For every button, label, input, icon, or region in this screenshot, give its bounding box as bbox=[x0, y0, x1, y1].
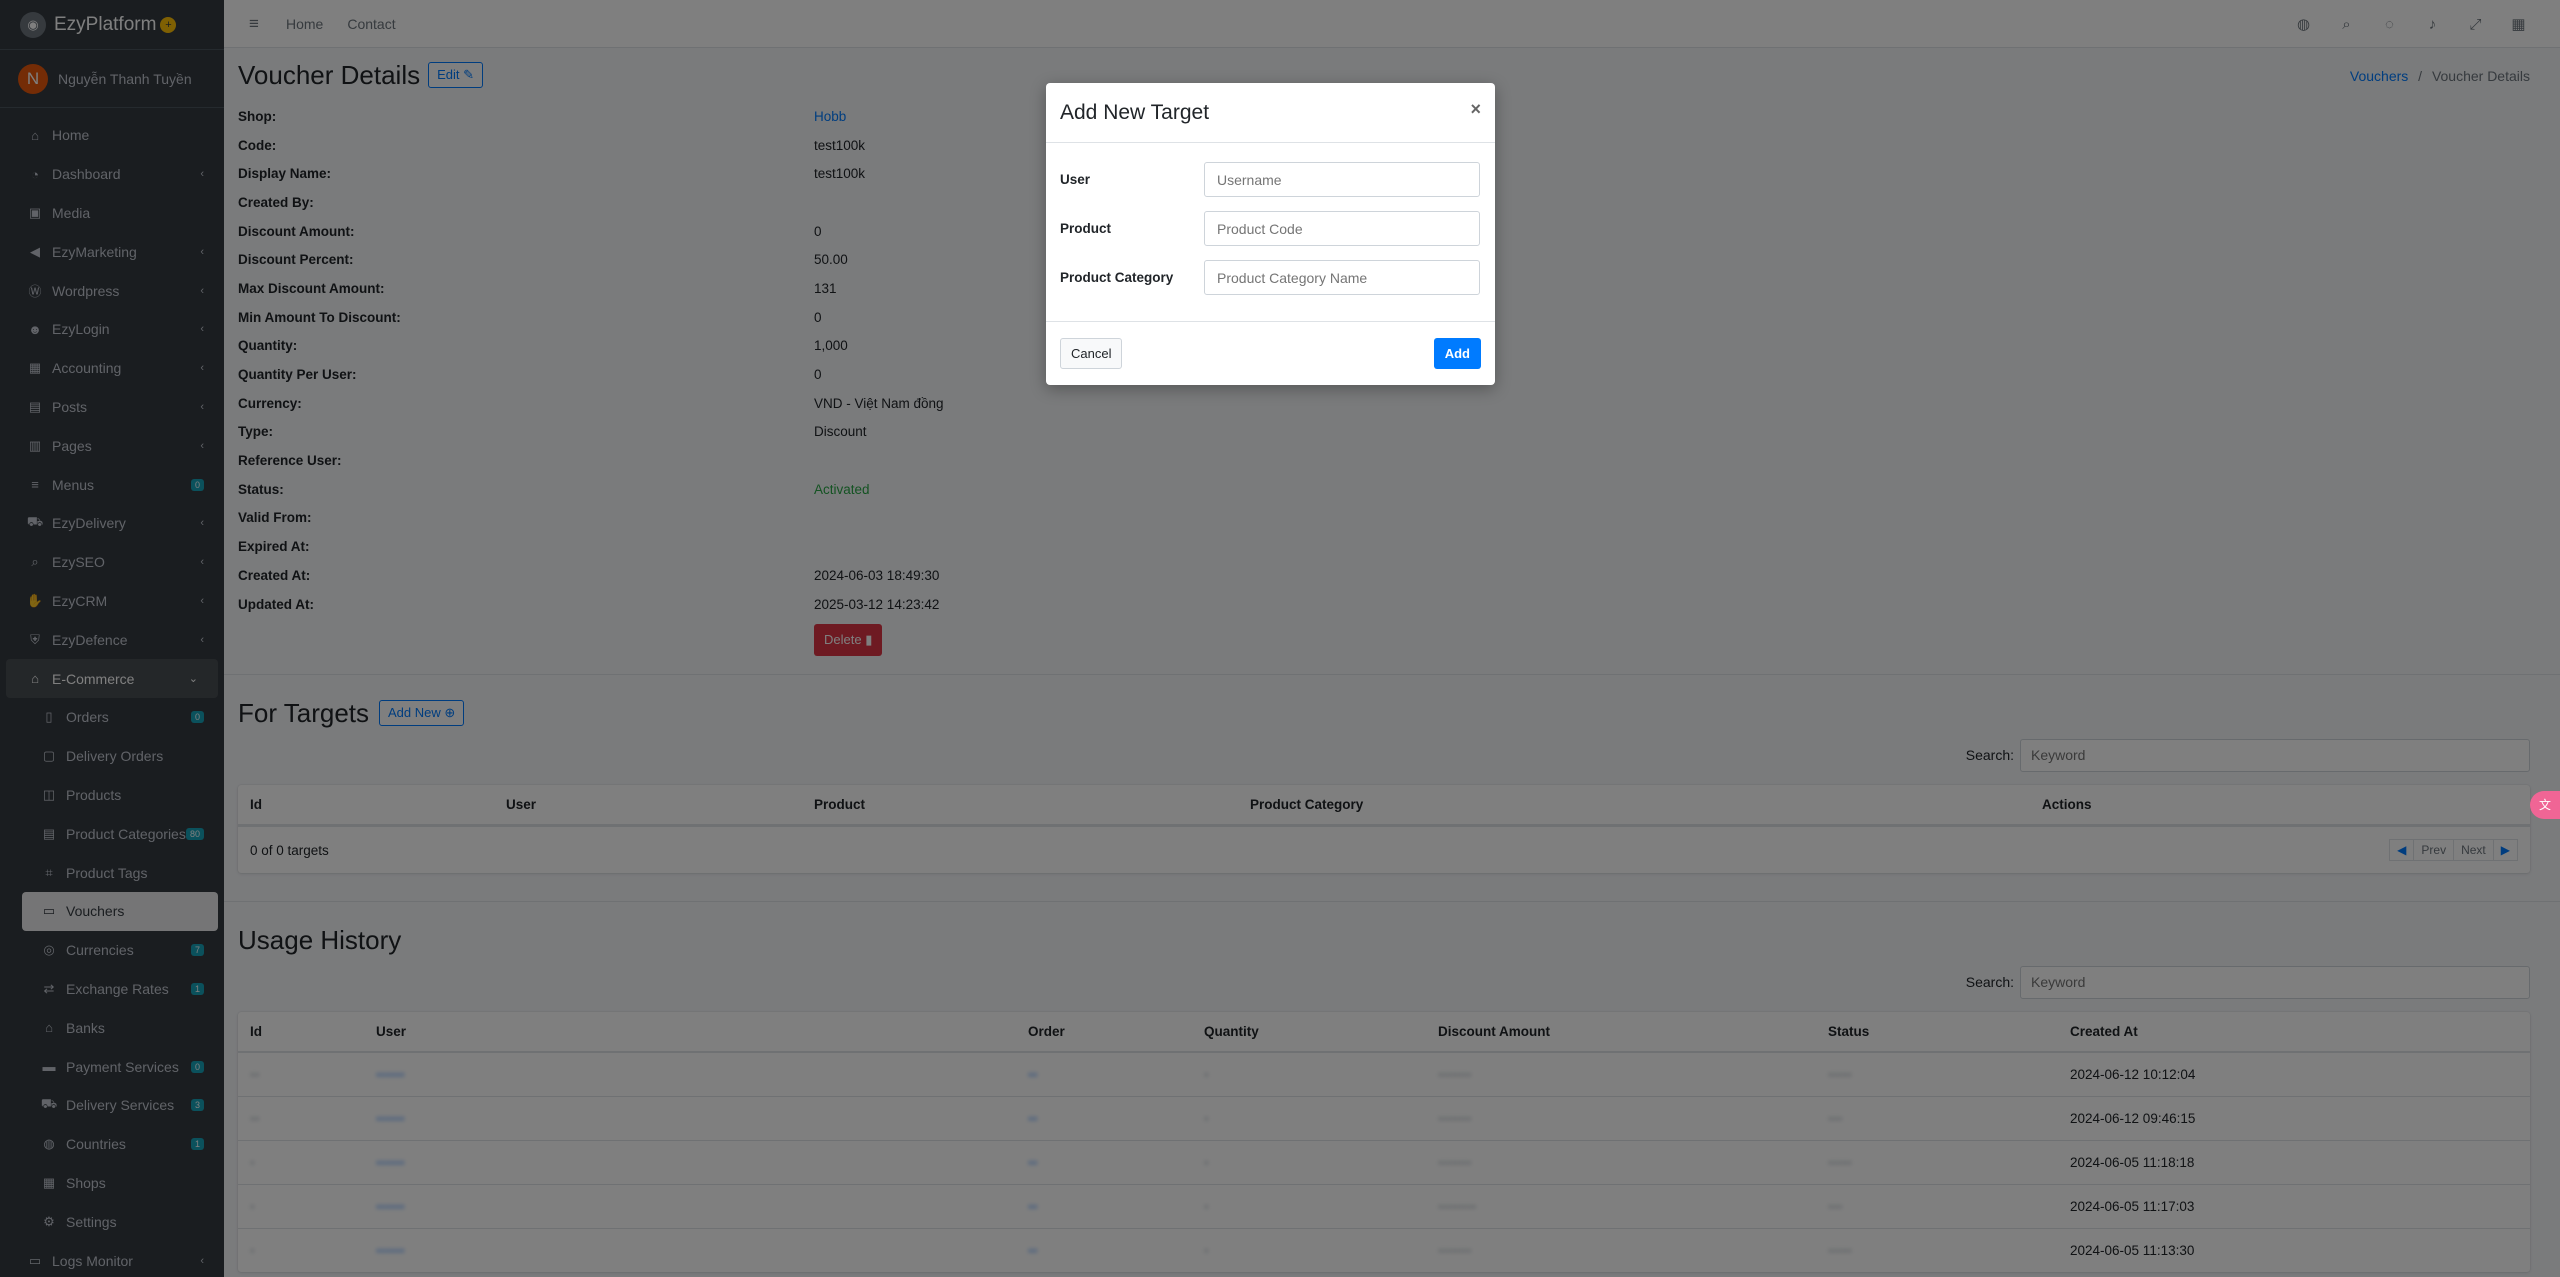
cancel-button[interactable]: Cancel bbox=[1060, 338, 1123, 369]
product-code-input[interactable] bbox=[1204, 211, 1480, 246]
product-category-field-row: Product Category bbox=[1060, 253, 1481, 302]
user-field-row: User bbox=[1060, 155, 1481, 204]
translate-icon[interactable]: 文 bbox=[2530, 791, 2560, 819]
modal-body: User Product Product Category bbox=[1046, 143, 1495, 321]
product-category-field-label: Product Category bbox=[1060, 270, 1174, 285]
modal-footer: Cancel Add bbox=[1046, 321, 1495, 385]
product-category-input[interactable] bbox=[1204, 260, 1480, 295]
modal-header: Add New Target × bbox=[1046, 83, 1495, 143]
username-input[interactable] bbox=[1204, 162, 1480, 197]
add-button[interactable]: Add bbox=[1433, 338, 1481, 369]
add-target-modal: Add New Target × User Product Product Ca… bbox=[1046, 83, 1495, 385]
close-icon[interactable]: × bbox=[1470, 99, 1481, 120]
user-field-label: User bbox=[1060, 172, 1091, 187]
modal-title: Add New Target bbox=[1060, 100, 1210, 124]
product-field-label: Product bbox=[1060, 221, 1112, 236]
product-field-row: Product bbox=[1060, 204, 1481, 253]
